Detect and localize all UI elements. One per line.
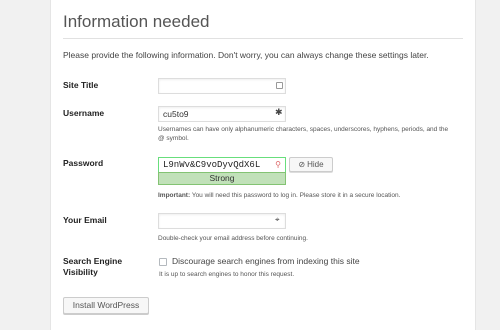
discourage-search-checkbox[interactable] — [159, 258, 167, 266]
search-visibility-help: It is up to search engines to honor this… — [159, 271, 295, 278]
password-note-text: You will need this password to log in. P… — [190, 192, 401, 199]
install-form-panel: Information needed Please provide the fo… — [50, 0, 476, 330]
hide-button-label: Hide — [307, 160, 324, 169]
site-title-label: Site Title — [63, 80, 99, 90]
intro-text: Please provide the following information… — [63, 50, 429, 60]
email-label: Your Email — [63, 215, 107, 225]
password-input[interactable]: L9nWv&C9voDyvQdX6L ⚲ — [158, 157, 286, 172]
key-icon[interactable]: ⚲ — [275, 160, 281, 170]
username-help-line-1: Usernames can have only alphanumeric cha… — [158, 126, 449, 133]
password-value: L9nWv&C9voDyvQdX6L — [163, 160, 261, 170]
password-field-group: L9nWv&C9voDyvQdX6L ⚲ Strong — [158, 157, 286, 185]
discourage-search-label[interactable]: Discourage search engines from indexing … — [172, 256, 360, 266]
hide-password-button[interactable]: ⊘ Hide — [289, 157, 333, 172]
email-input[interactable] — [158, 213, 286, 229]
search-visibility-label-line-2: Visibility — [63, 267, 98, 277]
autofill-cursor-icon[interactable]: ⌖ — [275, 215, 280, 224]
page-title: Information needed — [63, 12, 210, 31]
keychain-icon[interactable]: ✱ — [275, 108, 283, 117]
title-divider — [63, 38, 463, 39]
username-label: Username — [63, 108, 105, 118]
username-input[interactable]: cu5to9 — [158, 106, 286, 122]
password-note-important: Important: — [158, 192, 191, 199]
password-label: Password — [63, 158, 104, 168]
search-visibility-label-line-1: Search Engine — [63, 256, 123, 266]
password-strength-meter: Strong — [158, 172, 286, 185]
password-manager-icon[interactable] — [276, 82, 283, 89]
install-wordpress-button[interactable]: Install WordPress — [63, 297, 149, 314]
eye-slash-icon: ⊘ — [298, 160, 306, 169]
site-title-input[interactable] — [158, 78, 286, 94]
email-help: Double-check your email address before c… — [158, 235, 308, 242]
username-help-line-2: @ symbol. — [158, 135, 189, 142]
password-note: Important: You will need this password t… — [158, 191, 400, 200]
